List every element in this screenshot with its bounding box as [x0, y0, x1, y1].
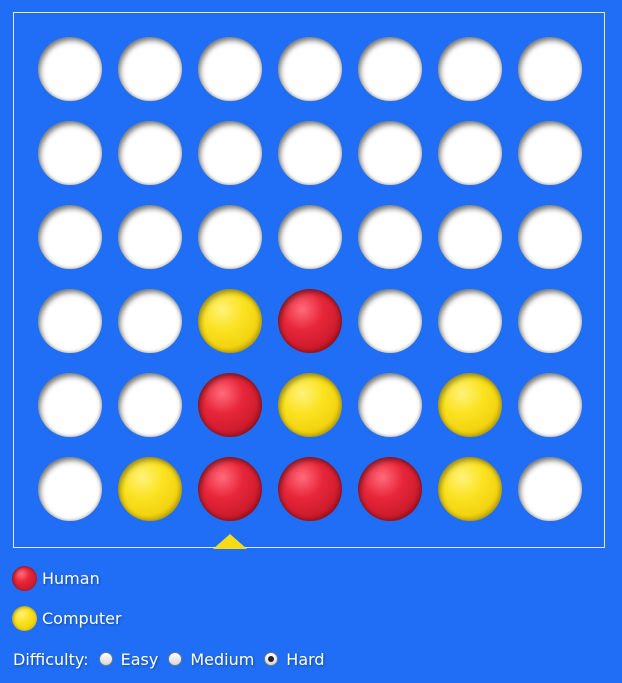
board-slot-empty[interactable]	[118, 373, 182, 437]
board-slot-empty[interactable]	[198, 37, 262, 101]
yellow-disc-icon	[12, 605, 37, 631]
board-slot-empty[interactable]	[438, 289, 502, 353]
board-disc-yellow[interactable]	[198, 289, 262, 353]
radio-hard[interactable]	[264, 652, 279, 666]
board-slot-empty[interactable]	[518, 121, 582, 185]
radio-medium[interactable]	[168, 652, 183, 666]
board-disc-yellow[interactable]	[278, 373, 342, 437]
board-slot-empty[interactable]	[358, 289, 422, 353]
board-slot-empty[interactable]	[118, 289, 182, 353]
difficulty-option-easy[interactable]: Easy	[98, 650, 159, 669]
board-slot-empty[interactable]	[118, 121, 182, 185]
board-slot-empty[interactable]	[438, 121, 502, 185]
board-disc-red[interactable]	[278, 289, 342, 353]
difficulty-label: Difficulty:	[13, 649, 89, 669]
board-slot-empty[interactable]	[358, 373, 422, 437]
board-slot-empty[interactable]	[278, 205, 342, 269]
board-slot-empty[interactable]	[518, 37, 582, 101]
difficulty-easy-label[interactable]: Easy	[121, 650, 159, 669]
board-slot-empty[interactable]	[38, 121, 102, 185]
radio-easy[interactable]	[98, 652, 113, 666]
board-slot-empty[interactable]	[38, 289, 102, 353]
board-slot-empty[interactable]	[518, 457, 582, 521]
legend-human: Human	[12, 565, 100, 591]
board-slot-empty[interactable]	[518, 373, 582, 437]
board-slot-empty[interactable]	[198, 121, 262, 185]
difficulty-hard-label[interactable]: Hard	[286, 650, 324, 669]
game-board[interactable]	[13, 12, 605, 548]
legend-computer-label: Computer	[42, 608, 122, 628]
legend-human-label: Human	[42, 568, 100, 588]
board-slot-empty[interactable]	[38, 205, 102, 269]
difficulty-selector: Difficulty: Easy Medium Hard	[13, 647, 325, 671]
board-slot-empty[interactable]	[438, 37, 502, 101]
board-slot-empty[interactable]	[358, 205, 422, 269]
legend-computer: Computer	[12, 605, 122, 631]
board-slot-empty[interactable]	[518, 289, 582, 353]
board-disc-red[interactable]	[198, 373, 262, 437]
board-slot-empty[interactable]	[438, 205, 502, 269]
board-disc-yellow[interactable]	[438, 457, 502, 521]
board-slot-empty[interactable]	[38, 457, 102, 521]
board-slot-empty[interactable]	[38, 373, 102, 437]
board-disc-yellow[interactable]	[118, 457, 182, 521]
difficulty-option-hard[interactable]: Hard	[264, 650, 325, 669]
board-disc-red[interactable]	[278, 457, 342, 521]
board-slot-empty[interactable]	[278, 37, 342, 101]
board-slot-empty[interactable]	[518, 205, 582, 269]
board-slot-empty[interactable]	[118, 205, 182, 269]
board-disc-red[interactable]	[358, 457, 422, 521]
difficulty-medium-label[interactable]: Medium	[190, 650, 254, 669]
difficulty-option-medium[interactable]: Medium	[168, 650, 254, 669]
board-slot-empty[interactable]	[198, 205, 262, 269]
board-slot-empty[interactable]	[278, 121, 342, 185]
board-disc-red[interactable]	[198, 457, 262, 521]
board-slot-empty[interactable]	[358, 121, 422, 185]
board-slot-empty[interactable]	[118, 37, 182, 101]
board-slot-empty[interactable]	[358, 37, 422, 101]
drop-column-marker	[213, 534, 247, 549]
red-disc-icon	[12, 565, 37, 591]
board-slot-empty[interactable]	[38, 37, 102, 101]
board-disc-yellow[interactable]	[438, 373, 502, 437]
